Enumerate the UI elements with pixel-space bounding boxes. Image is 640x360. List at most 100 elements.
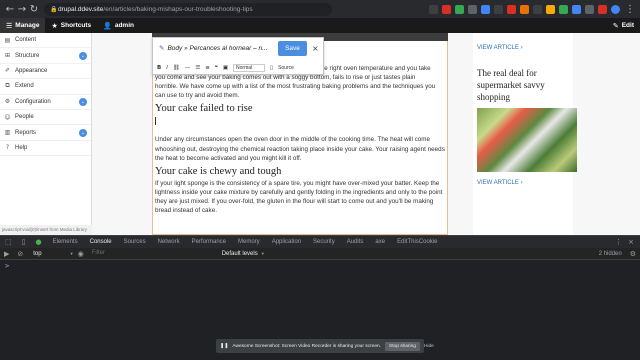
sidebar-item-content[interactable]: ▤ Content (0, 33, 91, 49)
console-filter-bar: ▶ ⊘ top ▼ ◉ Filter Default levels ▼ 2 hi… (0, 248, 640, 260)
shortcuts-label: Shortcuts (60, 22, 92, 29)
tab-editthiscookie[interactable]: EditThisCookie (391, 236, 443, 249)
bulleted-list-icon[interactable]: ☰ (195, 65, 200, 71)
wrench-icon: ⚙ (4, 98, 11, 106)
page-icon: ▤ (4, 36, 11, 44)
kebab-menu-icon[interactable]: ⋮ (624, 4, 636, 15)
star-icon[interactable] (429, 4, 438, 14)
tab-application[interactable]: Application (266, 236, 307, 249)
extension-icon[interactable] (455, 4, 464, 14)
related-articles: VIEW ARTICLE › The real deal for superma… (473, 33, 577, 235)
console-prompt[interactable]: > (5, 262, 9, 270)
extension-icon[interactable] (481, 4, 490, 14)
back-icon[interactable]: ← (4, 4, 16, 15)
extension-icon[interactable] (520, 4, 529, 14)
tab-sources[interactable]: Sources (118, 236, 152, 249)
numbered-list-icon[interactable]: ≡ (205, 65, 210, 71)
hide-button[interactable]: Hide (424, 344, 434, 349)
tab-performance[interactable]: Performance (186, 236, 232, 249)
extension-icon[interactable] (598, 4, 607, 14)
eye-icon[interactable]: ◉ (74, 250, 88, 258)
bold-icon[interactable]: B (157, 65, 161, 71)
kebab-menu-icon[interactable]: ⋮ (615, 238, 622, 246)
extension-icon[interactable]: ● (30, 238, 46, 246)
extension-icon[interactable] (585, 4, 594, 14)
extension-icon[interactable] (442, 4, 451, 14)
source-icon[interactable]: ▯ (270, 65, 273, 71)
device-toggle-icon[interactable]: ▯ (17, 238, 31, 246)
extension-icon[interactable] (507, 4, 516, 14)
inspect-icon[interactable]: ⬚ (0, 238, 17, 246)
gear-icon[interactable]: ⚙ (626, 250, 640, 258)
tab-security[interactable]: Security (307, 236, 341, 249)
sidebar-item-help[interactable]: ? Help (0, 141, 91, 157)
shortcuts-tab[interactable]: ★ Shortcuts (45, 18, 97, 33)
extension-icon[interactable] (533, 4, 542, 14)
sidebar-item-configuration[interactable]: ⚙ Configuration ⌄ (0, 95, 91, 110)
sidebar-toggle-icon[interactable]: ▶ (0, 250, 13, 258)
sidebar-item-label: Structure (15, 52, 40, 59)
context-selector[interactable]: top (33, 251, 41, 257)
lock-icon: 🔒 (50, 5, 58, 13)
media-library-icon[interactable]: ▣ (223, 65, 228, 71)
format-select[interactable]: Normal (233, 64, 266, 72)
manage-label: Manage (15, 22, 40, 29)
url-host: drupal.ddev.site (58, 5, 104, 13)
close-icon[interactable]: × (628, 238, 634, 246)
promo-title[interactable]: The real deal for supermarket savvy shop… (473, 67, 573, 103)
chevron-down-icon[interactable]: ▼ (261, 251, 265, 256)
link-icon[interactable]: ⛓ (173, 65, 180, 71)
tab-network[interactable]: Network (152, 236, 186, 249)
tab-axe[interactable]: axe (369, 236, 391, 249)
tab-elements[interactable]: Elements (47, 236, 84, 249)
chevron-down-icon[interactable]: ⌄ (79, 51, 87, 60)
chevron-right-icon: › (520, 45, 523, 51)
pause-icon: ❚❚ (220, 343, 229, 349)
user-icon: 👤 (103, 21, 112, 30)
view-article-link[interactable]: VIEW ARTICLE › (473, 45, 573, 51)
blockquote-icon[interactable]: ❝ (215, 65, 218, 71)
clear-console-icon[interactable]: ⊘ (13, 250, 27, 258)
extension-icon[interactable] (468, 4, 477, 14)
unlink-icon[interactable]: — (185, 65, 191, 71)
chevron-down-icon[interactable]: ⌄ (79, 97, 87, 106)
article-text: the right oven temperature and you take … (155, 64, 447, 219)
forward-icon[interactable]: → (16, 4, 28, 15)
user-label: admin (114, 22, 134, 29)
source-button[interactable]: Source (278, 65, 294, 71)
puzzle-icon: ⧉ (5, 82, 10, 90)
hidden-count: 2 hidden (598, 250, 622, 257)
extension-icon[interactable] (546, 4, 555, 14)
view-article-link[interactable]: VIEW ARTICLE › (473, 180, 573, 186)
sidebar-item-structure[interactable]: ⊞ Structure ⌄ (0, 48, 91, 64)
reload-icon[interactable]: ↻ (28, 4, 40, 15)
extension-icon[interactable] (494, 4, 503, 14)
close-icon[interactable]: × (312, 44, 319, 53)
extension-icon[interactable] (559, 4, 568, 14)
stop-sharing-button[interactable]: Stop sharing (385, 341, 420, 351)
user-tab[interactable]: 👤 admin (97, 18, 140, 33)
view-article-label: VIEW ARTICLE (477, 45, 519, 51)
editor-field-label: ✎ Body » Percances al hornear – n... (159, 44, 268, 52)
profile-avatar[interactable] (611, 4, 620, 14)
tab-audits[interactable]: Audits (341, 236, 370, 249)
filter-input[interactable]: Filter (92, 250, 208, 258)
edit-toggle[interactable]: ✎ Edit (607, 18, 640, 33)
tab-console[interactable]: Console (83, 236, 118, 249)
tab-memory[interactable]: Memory (232, 236, 266, 249)
admin-sidebar: ▤ Content ⊞ Structure ⌄ ✐ Appearance ⧉ E… (0, 33, 92, 235)
log-levels-dropdown[interactable]: Default levels (222, 251, 258, 257)
sidebar-item-reports[interactable]: ▥ Reports ⌄ (0, 125, 91, 141)
save-button[interactable]: Save (278, 41, 307, 56)
address-bar[interactable]: 🔒 drupal.ddev.site/en/articles/baking-mi… (44, 2, 332, 16)
extension-icon[interactable] (572, 4, 581, 14)
chevron-down-icon[interactable]: ⌄ (79, 128, 87, 137)
manage-tab[interactable]: ☰ Manage (0, 18, 46, 33)
sidebar-item-people[interactable]: ☺ People (0, 110, 91, 126)
sidebar-item-extend[interactable]: ⧉ Extend (0, 79, 91, 95)
pencil-icon: ✎ (159, 44, 165, 52)
edit-label: Edit (621, 22, 634, 29)
pencil-icon: ✎ (612, 21, 619, 30)
italic-icon[interactable]: I (166, 65, 168, 71)
sidebar-item-appearance[interactable]: ✐ Appearance (0, 64, 91, 80)
